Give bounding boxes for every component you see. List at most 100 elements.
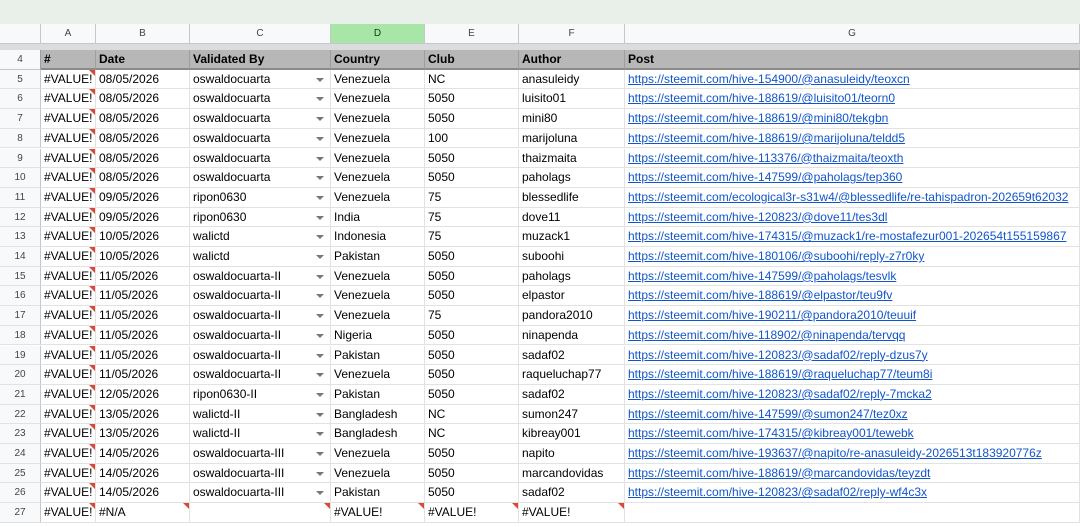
cell-c[interactable] [190,503,331,523]
cell-c[interactable]: oswaldocuarta-III [190,444,331,464]
cell-d[interactable]: Venezuela [331,306,425,326]
header-cell-g[interactable]: Post [625,50,1080,70]
cell-f[interactable]: sadaf02 [519,483,625,504]
cell-d[interactable]: Pakistan [331,483,425,504]
cell-c[interactable]: ripon0630-II [190,384,331,405]
cell-a[interactable]: #VALUE! [41,109,96,129]
dropdown-arrow-icon[interactable] [316,176,324,181]
cell-b[interactable]: 08/05/2026 [96,148,190,169]
post-link-cell[interactable]: https://steemit.com/hive-120823/@sadaf02… [625,483,1080,504]
header-cell-f[interactable]: Author [519,50,625,70]
cell-f[interactable]: marijoluna [519,128,625,149]
post-link[interactable]: https://steemit.com/hive-190211/@pandora… [628,308,916,322]
post-link[interactable]: https://steemit.com/hive-147599/@paholag… [628,269,896,283]
cell-e[interactable]: 5050 [425,286,519,307]
header-cell-c[interactable]: Validated By [190,50,331,70]
cell-f[interactable]: suboohi [519,247,625,267]
cell-a[interactable]: #VALUE! [41,306,96,326]
cell-b[interactable]: 13/05/2026 [96,424,190,444]
row-number[interactable]: 14 [0,247,41,267]
row-number[interactable]: 18 [0,325,41,346]
cell-a[interactable]: #VALUE! [41,266,96,287]
row-number[interactable]: 6 [0,89,41,110]
row-number[interactable]: 27 [0,503,41,523]
post-link-cell[interactable]: https://steemit.com/hive-188619/@marcand… [625,463,1080,484]
cell-d[interactable]: Venezuela [331,128,425,149]
row-number[interactable]: 19 [0,345,41,366]
cell-c[interactable]: oswaldocuarta [190,128,331,149]
cell-e[interactable]: 5050 [425,384,519,405]
cell-f[interactable]: sadaf02 [519,384,625,405]
cell-e[interactable]: 5050 [425,345,519,366]
header-cell-d[interactable]: Country [331,50,425,70]
cell-d[interactable]: Venezuela [331,168,425,188]
cell-a[interactable]: #VALUE! [41,227,96,247]
cell-a[interactable]: #VALUE! [41,384,96,405]
row-number[interactable]: 11 [0,187,41,208]
cell-e[interactable]: 5050 [425,168,519,188]
cell-f[interactable]: pandora2010 [519,306,625,326]
cell-b[interactable]: 11/05/2026 [96,266,190,287]
cell-e[interactable]: NC [425,69,519,90]
cell-c[interactable]: oswaldocuarta-II [190,365,331,385]
dropdown-arrow-icon[interactable] [316,491,324,496]
cell-c[interactable]: walictd [190,227,331,247]
cell-c[interactable]: oswaldocuarta-II [190,286,331,307]
cell-c[interactable]: oswaldocuarta [190,89,331,110]
post-link-cell[interactable]: https://steemit.com/hive-188619/@elpasto… [625,286,1080,307]
cell-f[interactable]: #VALUE! [519,503,625,523]
cell-f[interactable]: sadaf02 [519,345,625,366]
cell-a[interactable]: #VALUE! [41,424,96,444]
dropdown-arrow-icon[interactable] [316,136,324,141]
cell-d[interactable]: #VALUE! [331,503,425,523]
row-number[interactable]: 10 [0,168,41,188]
row-number[interactable]: 20 [0,365,41,385]
cell-d[interactable]: Venezuela [331,148,425,169]
cell-b[interactable]: 09/05/2026 [96,207,190,228]
cell-e[interactable]: 5050 [425,266,519,287]
cell-a[interactable]: #VALUE! [41,503,96,523]
cell-b[interactable]: 08/05/2026 [96,128,190,149]
cell-c[interactable]: ripon0630 [190,207,331,228]
cell-c[interactable]: oswaldocuarta-III [190,483,331,504]
cell-c[interactable]: oswaldocuarta [190,148,331,169]
cell-b[interactable]: 12/05/2026 [96,384,190,405]
cell-c[interactable]: walictd-II [190,404,331,425]
cell-d[interactable]: Venezuela [331,365,425,385]
header-cell-b[interactable]: Date [96,50,190,70]
dropdown-arrow-icon[interactable] [316,235,324,240]
dropdown-arrow-icon[interactable] [316,412,324,417]
post-link-cell[interactable] [625,503,1080,523]
cell-e[interactable]: NC [425,404,519,425]
cell-e[interactable]: NC [425,424,519,444]
dropdown-arrow-icon[interactable] [316,294,324,299]
cell-e[interactable]: 75 [425,207,519,228]
post-link[interactable]: https://steemit.com/hive-120823/@sadaf02… [628,387,932,401]
post-link[interactable]: https://steemit.com/hive-174315/@muzack1… [628,229,1066,243]
post-link[interactable]: https://steemit.com/hive-188619/@elpasto… [628,288,892,302]
cell-b[interactable]: 14/05/2026 [96,463,190,484]
row-number[interactable]: 17 [0,306,41,326]
column-header-f[interactable]: F [519,24,625,44]
cell-a[interactable]: #VALUE! [41,247,96,267]
cell-b[interactable]: 10/05/2026 [96,227,190,247]
cell-c[interactable]: oswaldocuarta-II [190,306,331,326]
cell-e[interactable]: 5050 [425,247,519,267]
cell-a[interactable]: #VALUE! [41,168,96,188]
cell-d[interactable]: Bangladesh [331,424,425,444]
post-link[interactable]: https://steemit.com/hive-188619/@raquelu… [628,367,932,381]
post-link[interactable]: https://steemit.com/hive-188619/@marcand… [628,466,930,480]
cell-f[interactable]: ninapenda [519,325,625,346]
cell-c[interactable]: oswaldocuarta-III [190,463,331,484]
row-number[interactable]: 22 [0,404,41,425]
post-link-cell[interactable]: https://steemit.com/hive-188619/@luisito… [625,89,1080,110]
row-number[interactable]: 25 [0,463,41,484]
cell-b[interactable]: 11/05/2026 [96,365,190,385]
cell-e[interactable]: 75 [425,306,519,326]
cell-d[interactable]: Venezuela [331,187,425,208]
cell-d[interactable]: Venezuela [331,69,425,90]
dropdown-arrow-icon[interactable] [316,353,324,358]
cell-d[interactable]: Venezuela [331,109,425,129]
header-cell-a[interactable]: # [41,50,96,70]
cell-d[interactable]: Bangladesh [331,404,425,425]
